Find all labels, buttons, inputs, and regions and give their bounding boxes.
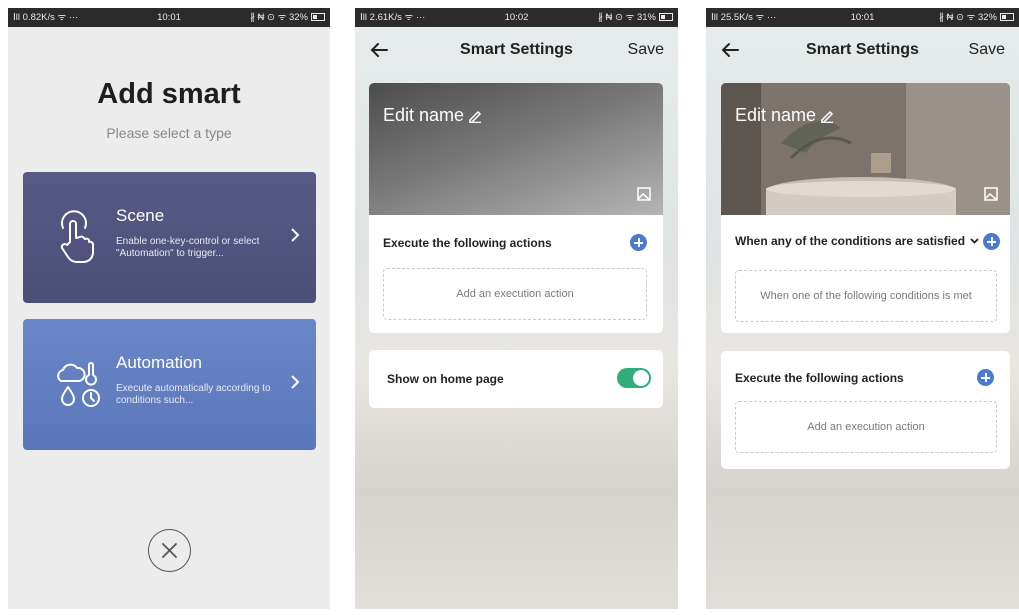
header: Smart Settings Save bbox=[355, 27, 678, 77]
hand-tap-icon bbox=[60, 210, 94, 263]
page-title: Add smart bbox=[97, 78, 241, 110]
chevron-right-icon bbox=[291, 375, 300, 389]
battery-icon bbox=[659, 13, 673, 21]
page-subtitle: Please select a type bbox=[106, 125, 232, 141]
bathroom-photo bbox=[721, 83, 1010, 215]
add-action-plus-icon[interactable] bbox=[630, 234, 647, 251]
show-home-label: Show on home page bbox=[387, 372, 504, 386]
add-action-plus-icon[interactable] bbox=[977, 369, 994, 386]
automation-card[interactable]: Automation Execute automatically accordi… bbox=[23, 319, 316, 450]
status-bar: ⵏll 0.82K/s ᯤ ··· 10:01 ∦ ₦ ⊙ ᯤ 32% bbox=[8, 8, 330, 27]
add-action-box[interactable]: Add an execution action bbox=[735, 401, 997, 453]
edit-name-label: Edit name bbox=[383, 105, 465, 125]
battery-icon bbox=[1000, 13, 1014, 21]
status-bar: ⵏll 2.61K/s ᯤ ··· 10:02 ∦ ₦ ⊙ ᯤ 31% bbox=[355, 8, 678, 27]
status-indicators: ∦ ₦ ⊙ ᯤ 32% bbox=[939, 12, 997, 23]
close-button[interactable] bbox=[148, 529, 191, 572]
battery-icon bbox=[311, 13, 325, 21]
save-button[interactable]: Save bbox=[969, 41, 1005, 59]
chevron-right-icon bbox=[291, 228, 300, 242]
show-home-row: Show on home page bbox=[369, 350, 663, 408]
status-bar: ⵏll 25.5K/s ᯤ ··· 10:01 ∦ ₦ ⊙ ᯤ 32% bbox=[706, 8, 1019, 27]
image-icon[interactable] bbox=[637, 187, 651, 201]
status-indicators: ∦ ₦ ⊙ ᯤ 31% bbox=[598, 12, 656, 23]
add-smart-screen: ⵏll 0.82K/s ᯤ ··· 10:01 ∦ ₦ ⊙ ᯤ 32% Add … bbox=[8, 8, 330, 609]
actions-section: Execute the following actions Add an exe… bbox=[721, 351, 1010, 469]
scene-description: Enable one-key-control or select "Automa… bbox=[116, 236, 260, 259]
weather-clock-icon bbox=[57, 362, 100, 407]
add-condition-box[interactable]: When one of the following conditions is … bbox=[735, 270, 997, 322]
scene-title: Scene bbox=[116, 206, 165, 225]
conditions-label: When any of the conditions are satisfied bbox=[735, 234, 966, 248]
smart-settings-screen: ⵏll 2.61K/s ᯤ ··· 10:02 ∦ ₦ ⊙ ᯤ 31% Smar… bbox=[355, 8, 678, 609]
header: Smart Settings Save bbox=[706, 27, 1019, 77]
add-action-box[interactable]: Add an execution action bbox=[383, 268, 647, 320]
automation-description: Execute automatically according to condi… bbox=[116, 383, 271, 406]
automation-title: Automation bbox=[116, 353, 202, 372]
close-icon bbox=[162, 543, 177, 558]
status-indicators: ∦ ₦ ⊙ ᯤ 32% bbox=[250, 12, 308, 23]
pencil-icon bbox=[469, 110, 482, 123]
actions-label: Execute the following actions bbox=[735, 371, 904, 385]
conditions-section: When any of the conditions are satisfied… bbox=[721, 215, 1010, 333]
image-icon[interactable] bbox=[984, 187, 998, 201]
scene-card[interactable]: Scene Enable one-key-control or select "… bbox=[23, 172, 316, 303]
save-button[interactable]: Save bbox=[628, 41, 664, 59]
actions-label: Execute the following actions bbox=[383, 236, 552, 250]
add-condition-plus-icon[interactable] bbox=[983, 233, 1000, 250]
pencil-icon bbox=[821, 110, 834, 123]
cover-banner[interactable]: Edit name bbox=[721, 83, 1010, 215]
conditions-selector[interactable]: When any of the conditions are satisfied bbox=[735, 234, 979, 248]
edit-name[interactable]: Edit name bbox=[383, 105, 482, 126]
show-home-toggle[interactable] bbox=[617, 368, 651, 388]
actions-section: Execute the following actions Add an exe… bbox=[369, 215, 663, 333]
edit-name[interactable]: Edit name bbox=[735, 105, 834, 126]
cover-banner[interactable]: Edit name bbox=[369, 83, 663, 215]
edit-name-label: Edit name bbox=[735, 105, 817, 125]
smart-settings-conditions-screen: ⵏll 25.5K/s ᯤ ··· 10:01 ∦ ₦ ⊙ ᯤ 32% Smar… bbox=[706, 8, 1019, 609]
chevron-down-icon bbox=[970, 238, 979, 244]
